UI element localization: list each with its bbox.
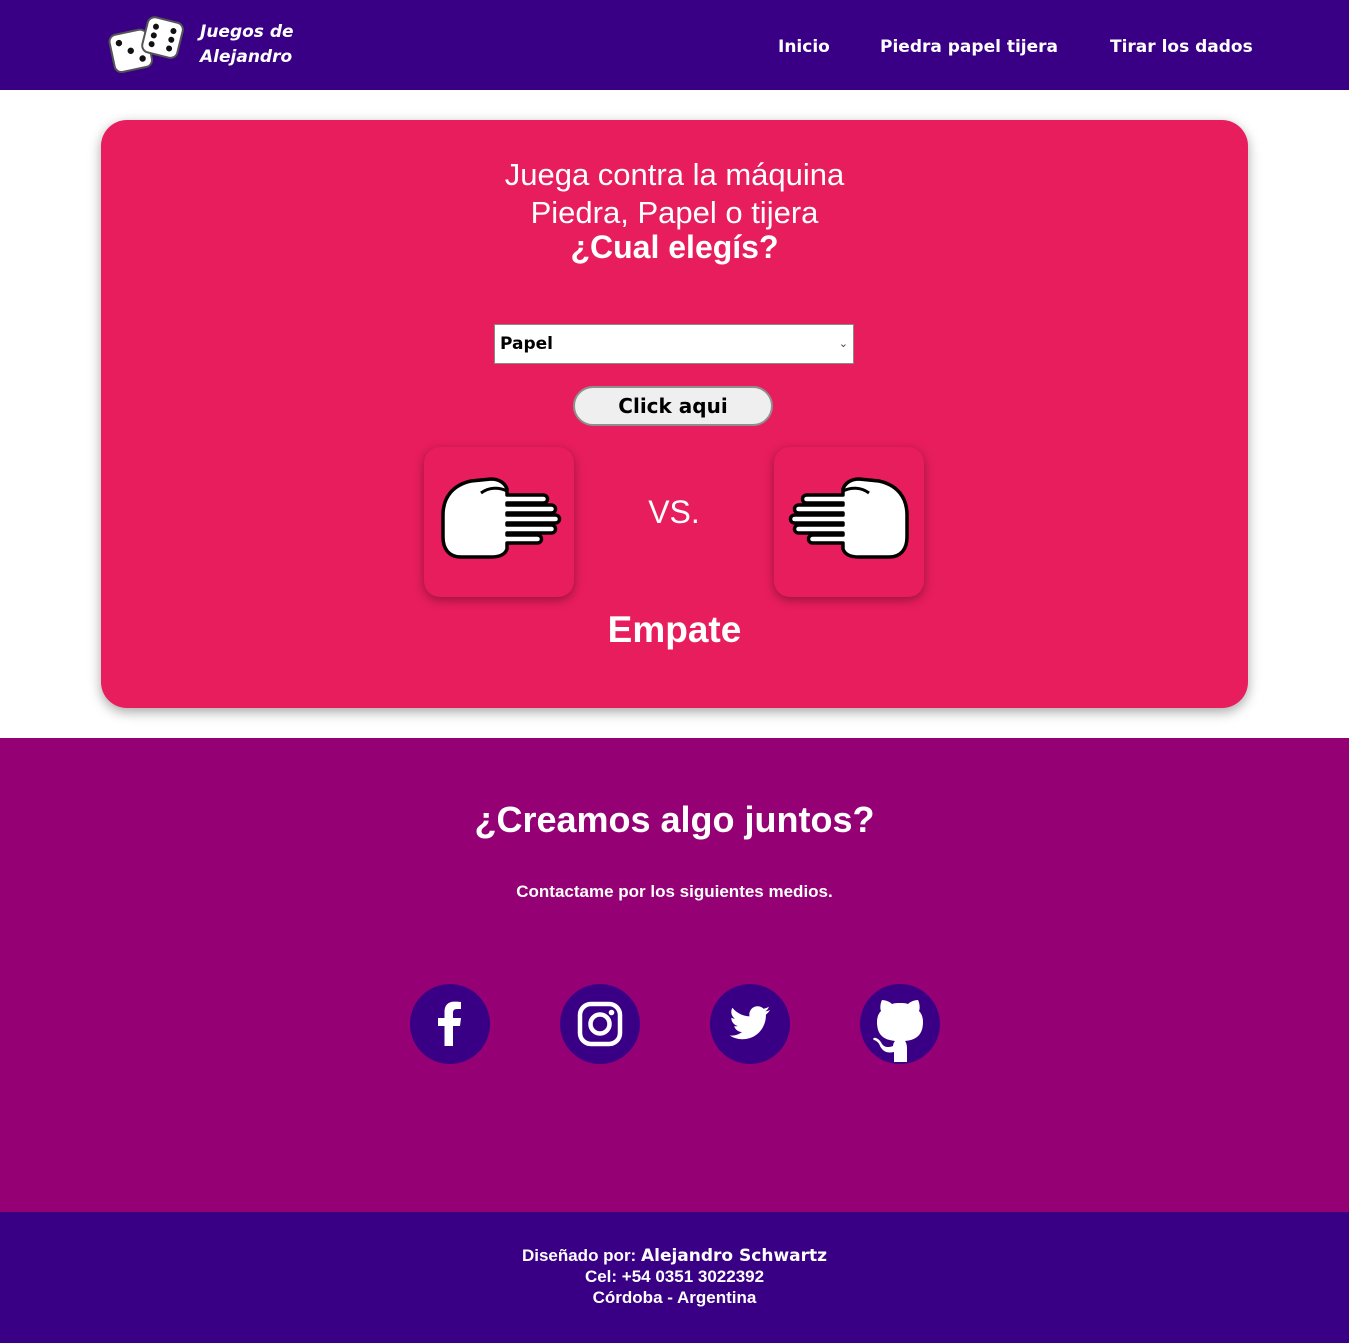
chevron-down-icon: ⌄ (838, 338, 848, 350)
facebook-icon (438, 1001, 461, 1046)
logo-link[interactable]: Juegos de Alejandro (108, 12, 298, 78)
footer-location: Córdoba - Argentina (592, 1288, 757, 1307)
play-button[interactable]: Click aqui (573, 386, 773, 426)
logo-line-2: Alejandro (200, 47, 293, 67)
nav-link-tirar-dados[interactable]: Tirar los dados (1110, 36, 1253, 58)
designer-name: Alejandro Schwartz (640, 1246, 828, 1266)
vs-label: VS. (648, 494, 700, 530)
choice-select-value: Papel (500, 334, 554, 354)
github-icon (873, 1000, 923, 1062)
game-result: Empate (607, 609, 742, 650)
contact-subtitle: Contactame por los siguientes medios. (516, 882, 833, 901)
game-title-line-1: Juega contra la máquina (504, 157, 845, 192)
contact-section: ¿Creamos algo juntos? Contactame por los… (0, 738, 1349, 1212)
dice-logo-icon (108, 16, 184, 74)
game-question: ¿Cual elegís? (570, 229, 779, 265)
designed-by-label: Diseñado por: (521, 1246, 637, 1265)
facebook-link[interactable] (410, 984, 490, 1064)
twitter-icon (729, 1006, 770, 1040)
logo-line-1: Juegos de (200, 22, 294, 42)
game-title-line-2: Piedra, Papel o tijera (530, 195, 819, 230)
paper-hand-icon (441, 477, 562, 559)
contact-title: ¿Creamos algo juntos? (474, 799, 875, 840)
footer-designer-line: Diseñado por: Alejandro Schwartz (0, 1245, 1349, 1267)
choice-select[interactable]: Papel ⌄ (494, 324, 854, 364)
github-link[interactable] (860, 984, 940, 1064)
nav-link-piedra-papel-tijera[interactable]: Piedra papel tijera (880, 36, 1058, 58)
machine-hand-box (774, 447, 924, 597)
instagram-link[interactable] (560, 984, 640, 1064)
player-hand-box (424, 447, 574, 597)
game-card: Juega contra la máquina Piedra, Papel o … (101, 120, 1248, 708)
logo-text: Juegos de Alejandro (200, 20, 310, 70)
footer-phone: Cel: +54 0351 3022392 (584, 1267, 765, 1286)
footer: Diseñado por: Alejandro Schwartz Cel: +5… (0, 1212, 1349, 1343)
nav-link-inicio[interactable]: Inicio (778, 36, 830, 58)
instagram-icon (577, 1001, 623, 1047)
twitter-link[interactable] (710, 984, 790, 1064)
navbar: Juegos de Alejandro Inicio Piedra papel … (0, 0, 1349, 90)
paper-hand-icon (788, 477, 909, 559)
